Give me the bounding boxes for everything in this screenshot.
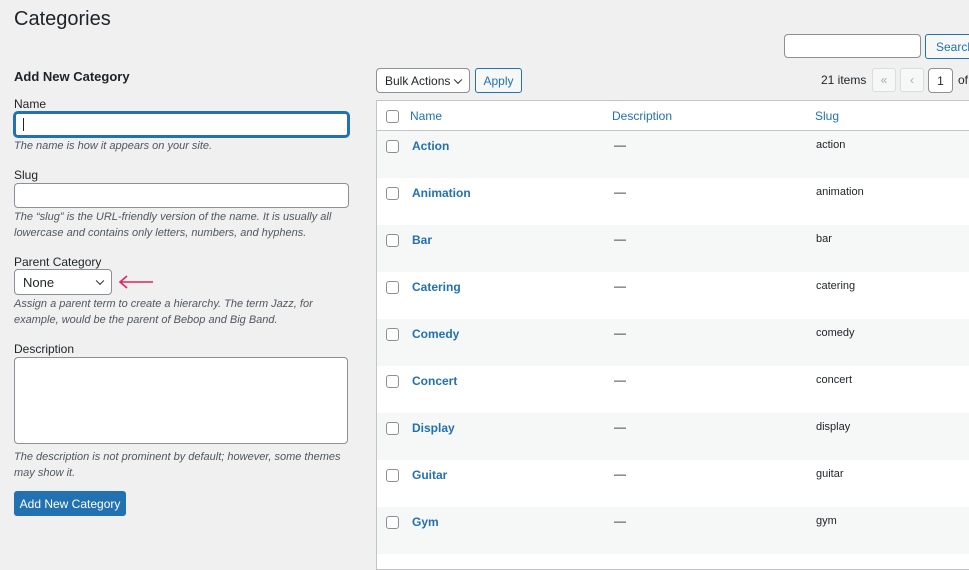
category-name-link[interactable]: Bar [412,233,432,247]
category-name-link[interactable]: Animation [412,186,471,200]
bulk-actions-select[interactable]: Bulk Actions [376,68,470,93]
slug-hint: The “slug” is the URL-friendly version o… [14,211,332,239]
search-button[interactable]: Search [925,34,969,59]
prev-page-button[interactable]: ‹ [900,68,924,92]
category-name-link[interactable]: Action [412,139,449,153]
category-description: — [614,232,626,246]
chevron-down-icon [95,276,105,286]
category-slug: display [816,421,851,433]
items-count: 21 items [821,73,867,87]
search-input[interactable] [784,34,921,58]
page-of-label: of [958,73,969,87]
text-cursor [23,118,24,131]
current-page-input[interactable]: 1 [928,68,953,93]
table-body: Action — action Animation — animation Ba… [377,131,969,554]
category-name-link[interactable]: Concert [412,374,457,388]
category-description: — [614,467,626,481]
add-new-category-button[interactable]: Add New Category [14,491,126,516]
table-row: Comedy — comedy [377,319,969,366]
parent-label: Parent Category [14,255,102,269]
column-slug[interactable]: Slug [815,109,839,123]
table-row: Action — action [377,131,969,178]
name-hint: The name is how it appears on your site. [14,140,213,152]
category-slug: animation [816,186,864,198]
select-all-checkbox[interactable] [386,110,399,123]
row-checkbox[interactable] [386,281,399,294]
table-row: Concert — concert [377,366,969,413]
slug-label: Slug [14,168,39,182]
page-title: Categories [14,8,111,30]
column-description[interactable]: Description [612,109,672,123]
category-name-link[interactable]: Guitar [412,468,447,482]
category-slug: guitar [816,468,844,480]
category-slug: comedy [816,327,855,339]
category-description: — [614,138,626,152]
category-description: — [614,326,626,340]
category-name-link[interactable]: Comedy [412,327,459,341]
category-description: — [614,514,626,528]
category-slug: action [816,139,846,151]
bulk-actions-value: Bulk Actions [385,73,451,88]
description-textarea[interactable] [14,357,348,444]
row-checkbox[interactable] [386,140,399,153]
parent-value: None [23,274,55,290]
category-description: — [614,185,626,199]
chevron-down-icon [453,75,463,84]
row-checkbox[interactable] [386,469,399,482]
arrow-left-icon [118,275,153,289]
category-description: — [614,420,626,434]
category-name-link[interactable]: Display [412,421,455,435]
table-row: Gym — gym [377,507,969,554]
category-slug: gym [816,515,837,527]
row-checkbox[interactable] [386,375,399,388]
row-checkbox[interactable] [386,516,399,529]
category-slug: bar [816,233,832,245]
table-header: Name Description Slug [377,101,969,131]
table-row: Bar — bar [377,225,969,272]
form-heading: Add New Category [14,69,130,84]
column-name[interactable]: Name [410,109,442,123]
row-checkbox[interactable] [386,234,399,247]
first-page-button[interactable]: « [872,68,896,92]
description-hint: The description is not prominent by defa… [14,451,341,479]
table-row: Catering — catering [377,272,969,319]
slug-input[interactable] [14,183,349,208]
category-description: — [614,279,626,293]
row-checkbox[interactable] [386,187,399,200]
category-slug: concert [816,374,853,386]
table-row: Display — display [377,413,969,460]
categories-table: Name Description Slug Action — action An… [376,100,969,570]
description-label: Description [14,342,75,356]
category-name-link[interactable]: Catering [412,280,461,294]
category-slug: catering [816,280,856,292]
table-row: Guitar — guitar [377,460,969,507]
apply-button[interactable]: Apply [475,68,522,93]
row-checkbox[interactable] [386,328,399,341]
parent-category-select[interactable]: None [14,269,112,295]
table-row: Animation — animation [377,178,969,225]
parent-hint: Assign a parent term to create a hierarc… [14,298,313,326]
name-input[interactable] [14,112,349,137]
category-name-link[interactable]: Gym [412,515,439,529]
name-label: Name [14,97,47,111]
row-checkbox[interactable] [386,422,399,435]
category-description: — [614,373,626,387]
